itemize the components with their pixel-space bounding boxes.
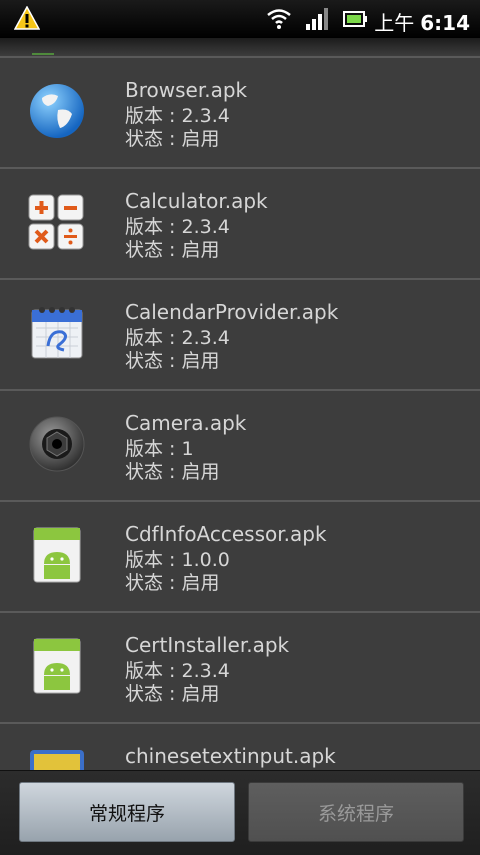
android-icon [28,637,86,695]
wifi-icon [266,6,292,34]
calculator-icon [28,193,86,251]
app-name: Calculator.apk [125,189,268,213]
tab-regular-apps[interactable]: 常规程序 [19,782,235,842]
app-state: 状态 : 启用 [125,572,220,594]
list-item[interactable]: Calculator.apk 版本 : 2.3.4 状态 : 启用 [0,167,480,278]
battery-icon [343,10,367,32]
list-item[interactable]: CalendarProvider.apk 版本 : 2.3.4 状态 : 启用 [0,278,480,389]
list-item[interactable]: CdfInfoAccessor.apk 版本 : 1.0.0 状态 : 启用 [0,500,480,611]
bottom-tab-bar: 常规程序 系统程序 [0,770,480,855]
scroll-indicator [32,53,54,55]
time-prefix: 上午 [374,11,415,35]
app-state: 状态 : 启用 [125,683,220,705]
app-name: Camera.apk [125,411,247,435]
list-top-edge [0,38,480,56]
list-item[interactable]: Browser.apk 版本 : 2.3.4 状态 : 启用 [0,56,480,167]
time-value: 6:14 [420,11,470,35]
tab-system-apps[interactable]: 系统程序 [248,782,464,842]
warning-icon [13,5,41,34]
app-state: 状态 : 启用 [125,239,220,261]
app-name: chinesetextinput.apk [125,744,336,768]
globe-icon [28,82,86,140]
app-list[interactable]: Browser.apk 版本 : 2.3.4 状态 : 启用 Calculato… [0,56,480,833]
signal-icon [304,6,330,36]
app-name: CalendarProvider.apk [125,300,339,324]
app-state: 状态 : 启用 [125,350,220,372]
clock: 上午 6:14 [374,7,470,36]
camera-icon [28,415,86,473]
app-name: Browser.apk [125,78,248,102]
app-state: 状态 : 启用 [125,461,220,483]
status-bar: 上午 6:14 [0,0,480,38]
android-icon [28,526,86,584]
app-name: CdfInfoAccessor.apk [125,522,327,546]
calendar-icon [28,304,86,362]
app-state: 状态 : 启用 [125,128,220,150]
app-name: CertInstaller.apk [125,633,290,657]
list-item[interactable]: CertInstaller.apk 版本 : 2.3.4 状态 : 启用 [0,611,480,722]
list-item[interactable]: Camera.apk 版本 : 1 状态 : 启用 [0,389,480,500]
